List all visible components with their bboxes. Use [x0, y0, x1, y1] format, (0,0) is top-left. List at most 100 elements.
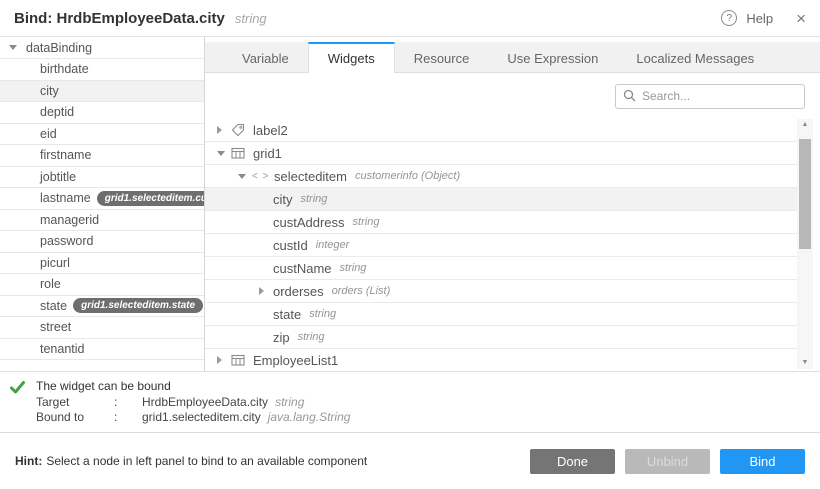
tree-node-type: string: [353, 216, 380, 228]
tree-node-label: selecteditem: [274, 169, 347, 184]
sidebar-item-state[interactable]: state grid1.selecteditem.state: [0, 296, 204, 318]
binding-badge: grid1.selecteditem.state: [73, 298, 203, 313]
page-title-type: string: [235, 11, 267, 26]
search-icon: [623, 89, 636, 107]
tab-localized-messages[interactable]: Localized Messages: [617, 42, 773, 72]
sidebar-item-picurl[interactable]: picurl: [0, 253, 204, 275]
code-icon: < >: [252, 171, 274, 182]
chevron-right-icon: [217, 126, 231, 134]
tree-node-custaddress[interactable]: custAddress string: [205, 211, 800, 234]
sidebar-item-label: state: [40, 299, 67, 313]
tab-widgets[interactable]: Widgets: [308, 42, 395, 73]
dialog-header: Bind: HrdbEmployeeData.city string ? Hel…: [0, 0, 820, 37]
status-panel: The widget can be bound Target:HrdbEmplo…: [0, 372, 820, 432]
success-check-icon: [10, 379, 36, 432]
tree-node-zip[interactable]: zipstring: [205, 326, 800, 349]
binding-badge: grid1.selecteditem.custName: [97, 191, 204, 206]
sidebar-item-birthdate[interactable]: birthdate: [0, 59, 204, 81]
widget-tree: label2 grid1 < >selecteditemcustomerinfo (…: [205, 119, 820, 371]
sidebar-item-label: tenantid: [40, 342, 84, 356]
tree-node-orderses[interactable]: orderses orders (List): [205, 280, 800, 303]
tab-label: Use Expression: [507, 51, 598, 66]
status-rows: Target:HrdbEmployeeData.citystringBound …: [36, 395, 350, 426]
help-icon[interactable]: ?: [721, 10, 737, 26]
status-row: Bound to:grid1.selecteditem.cityjava.lan…: [36, 410, 350, 426]
hint-text: Hint:Select a node in left panel to bind…: [15, 454, 367, 468]
tree-node-type: string: [340, 262, 367, 274]
status-row-separator: :: [114, 395, 142, 411]
bind-button[interactable]: Bind: [720, 449, 805, 474]
sidebar-item-city[interactable]: city: [0, 81, 204, 103]
done-button[interactable]: Done: [530, 449, 615, 474]
tab-resource[interactable]: Resource: [395, 42, 489, 72]
sidebar-item-label: firstname: [40, 148, 91, 162]
tab-use-expression[interactable]: Use Expression: [488, 42, 617, 72]
tree-node-custname[interactable]: custName string: [205, 257, 800, 280]
tree-node-employeelist1[interactable]: EmployeeList1: [205, 349, 800, 371]
scroll-up-icon[interactable]: ▲: [802, 119, 809, 131]
sidebar-list: birthdate citydeptideid firstname jobtitle l…: [0, 59, 204, 360]
sidebar-item-street[interactable]: street: [0, 317, 204, 339]
tab-label: Widgets: [328, 51, 375, 66]
chevron-down-icon: [9, 45, 17, 50]
sidebar-item-deptid[interactable]: deptid: [0, 102, 204, 124]
tree-node-selecteditem[interactable]: < >selecteditemcustomerinfo (Object): [205, 165, 800, 188]
tree-node-grid1[interactable]: grid1: [205, 142, 800, 165]
tree-node-custid[interactable]: custIdinteger: [205, 234, 800, 257]
sidebar-item-label: jobtitle: [40, 170, 76, 184]
sidebar-item-label: picurl: [40, 256, 70, 270]
tab-label: Resource: [414, 51, 470, 66]
scroll-down-icon[interactable]: ▼: [802, 357, 809, 369]
status-row-label: Bound to: [36, 410, 114, 426]
tree-node-label: zip: [273, 330, 290, 345]
tree-node-type: integer: [316, 239, 350, 251]
tree-node-label: custName: [273, 261, 332, 276]
scrollbar[interactable]: ▲ ▼: [797, 119, 813, 369]
tree-node-city[interactable]: citystring: [205, 188, 800, 211]
sidebar-item-label: street: [40, 320, 71, 334]
binding-sidebar: dataBinding birthdate citydeptideid firstn…: [0, 37, 205, 371]
sidebar-item-jobtitle[interactable]: jobtitle: [0, 167, 204, 189]
main-panel: Variable Widgets Resource Use Expression Loc…: [205, 37, 820, 371]
tree-node-label2[interactable]: label2: [205, 119, 800, 142]
tree-node-label: orderses: [273, 284, 324, 299]
chevron-right-icon: [217, 356, 231, 364]
tab-label: Localized Messages: [636, 51, 754, 66]
tree-node-label: grid1: [253, 146, 282, 161]
scrollbar-thumb[interactable]: [799, 139, 811, 249]
hint-label: Hint:: [15, 454, 42, 468]
sidebar-item-lastname[interactable]: lastname grid1.selecteditem.custName: [0, 188, 204, 210]
search-input[interactable]: [615, 84, 805, 109]
bind-dialog: Bind: HrdbEmployeeData.city string ? Hel…: [0, 0, 820, 489]
sidebar-item-password[interactable]: password: [0, 231, 204, 253]
unbind-button: Unbind: [625, 449, 710, 474]
tab-variable[interactable]: Variable: [223, 42, 308, 72]
tree-node-label: EmployeeList1: [253, 353, 338, 368]
sidebar-root-label: dataBinding: [26, 41, 92, 55]
chevron-down-icon: [217, 151, 231, 156]
tab-label: Variable: [242, 51, 289, 66]
chevron-down-icon: [238, 174, 252, 179]
tree-node-label: custAddress: [273, 215, 345, 230]
sidebar-item-label: password: [40, 234, 94, 248]
chevron-right-icon: [259, 287, 273, 295]
status-row-type: java.lang.String: [268, 410, 351, 424]
sidebar-item-tenantid[interactable]: tenantid: [0, 339, 204, 361]
sidebar-item-label: managerid: [40, 213, 99, 227]
status-row-label: Target: [36, 395, 114, 411]
sidebar-item-managerid[interactable]: managerid: [0, 210, 204, 232]
sidebar-item-databinding[interactable]: dataBinding: [0, 37, 204, 59]
footer-buttons: Done Unbind Bind: [530, 449, 805, 474]
help-link[interactable]: Help: [746, 11, 773, 26]
sidebar-item-label: birthdate: [40, 62, 89, 76]
tree-node-state[interactable]: statestring: [205, 303, 800, 326]
close-icon[interactable]: ×: [796, 10, 806, 27]
sidebar-item-role[interactable]: role: [0, 274, 204, 296]
scrollbar-track[interactable]: [797, 131, 813, 357]
tree-node-type: orders (List): [332, 285, 391, 297]
sidebar-item-eid[interactable]: eid: [0, 124, 204, 146]
tree-node-label: state: [273, 307, 301, 322]
sidebar-item-firstname[interactable]: firstname: [0, 145, 204, 167]
dialog-body: dataBinding birthdate citydeptideid firstn…: [0, 37, 820, 372]
sidebar-item-label: lastname: [40, 191, 91, 205]
